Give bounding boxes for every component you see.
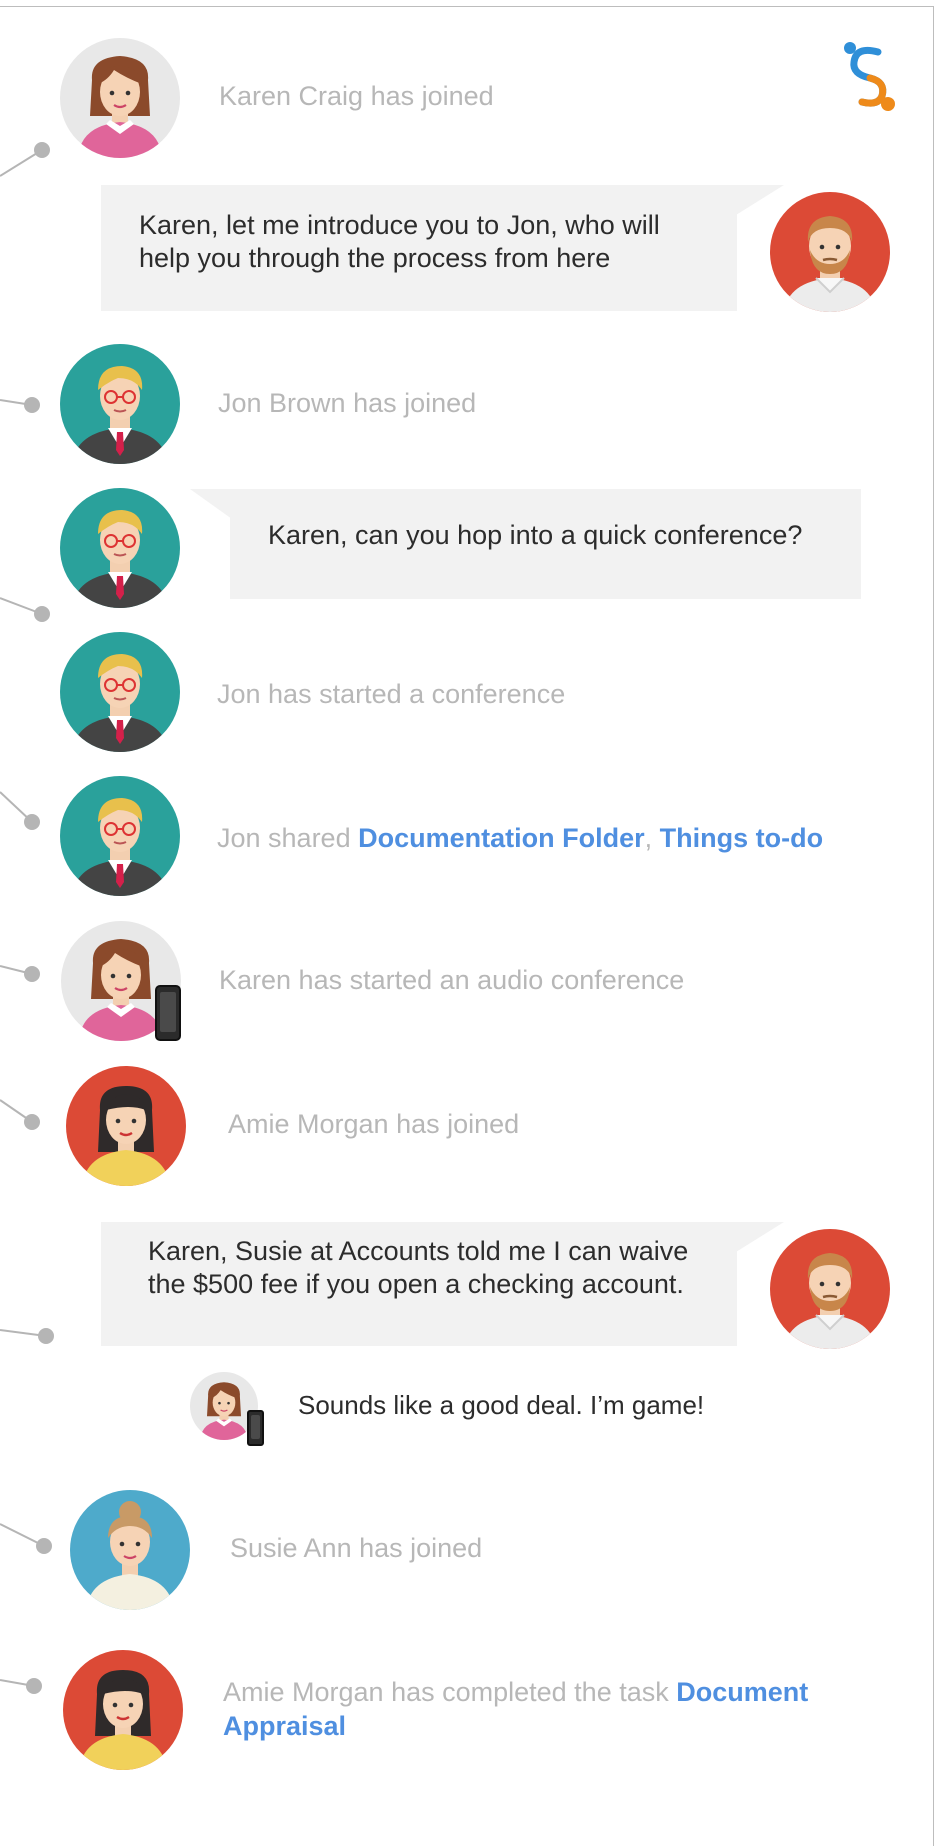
bubble-tail <box>736 1222 784 1252</box>
documentation-folder-link[interactable]: Documentation Folder <box>358 823 645 853</box>
message-text: Karen, can you hop into a quick conferen… <box>268 520 803 550</box>
avatar-jon-brown <box>60 632 180 752</box>
mobile-phone-icon <box>247 1410 264 1446</box>
avatar-amie-morgan <box>63 1650 183 1770</box>
event-jon-conference: Jon has started a conference <box>217 679 566 709</box>
avatar-jon-brown <box>60 344 180 464</box>
message-bubble-waive-fee: Karen, Susie at Accounts told me I can w… <box>101 1222 737 1346</box>
event-jon-shared: Jon shared Documentation Folder, Things … <box>217 821 823 855</box>
event-karen-audio: Karen has started an audio conference <box>219 965 685 995</box>
event-jon-joined: Jon Brown has joined <box>218 388 477 418</box>
event-text: Amie Morgan has completed the task <box>223 1677 677 1707</box>
message-bubble-intro: Karen, let me introduce you to Jon, who … <box>101 185 737 311</box>
event-susie-joined: Susie Ann has joined <box>230 1533 483 1563</box>
bubble-tail <box>190 489 232 519</box>
app-logo <box>844 42 895 111</box>
event-text: Jon shared <box>217 823 359 853</box>
avatar-agent <box>770 192 890 312</box>
avatar-amie-morgan <box>66 1066 186 1186</box>
timeline-connectors <box>0 142 54 1694</box>
things-to-do-link[interactable]: Things to-do <box>660 823 823 853</box>
avatar-jon-brown <box>60 488 180 608</box>
event-amie-completed: Amie Morgan has completed the task Docum… <box>223 1675 863 1743</box>
message-karen-reply: Sounds like a good deal. I’m game! <box>298 1390 705 1420</box>
message-text: Karen, Susie at Accounts told me I can w… <box>148 1236 689 1299</box>
event-amie-joined: Amie Morgan has joined <box>228 1109 520 1139</box>
avatar-karen-craig <box>60 38 180 158</box>
event-karen-joined: Karen Craig has joined <box>219 81 494 111</box>
bubble-tail <box>736 185 784 215</box>
message-bubble-conference: Karen, can you hop into a quick conferen… <box>230 489 861 599</box>
message-text: Karen, let me introduce you to Jon, who … <box>139 210 660 273</box>
avatar-agent <box>770 1229 890 1349</box>
separator: , <box>644 823 660 853</box>
avatar-jon-brown <box>60 776 180 896</box>
mobile-phone-icon <box>155 985 181 1041</box>
avatar-susie-ann <box>70 1490 190 1610</box>
